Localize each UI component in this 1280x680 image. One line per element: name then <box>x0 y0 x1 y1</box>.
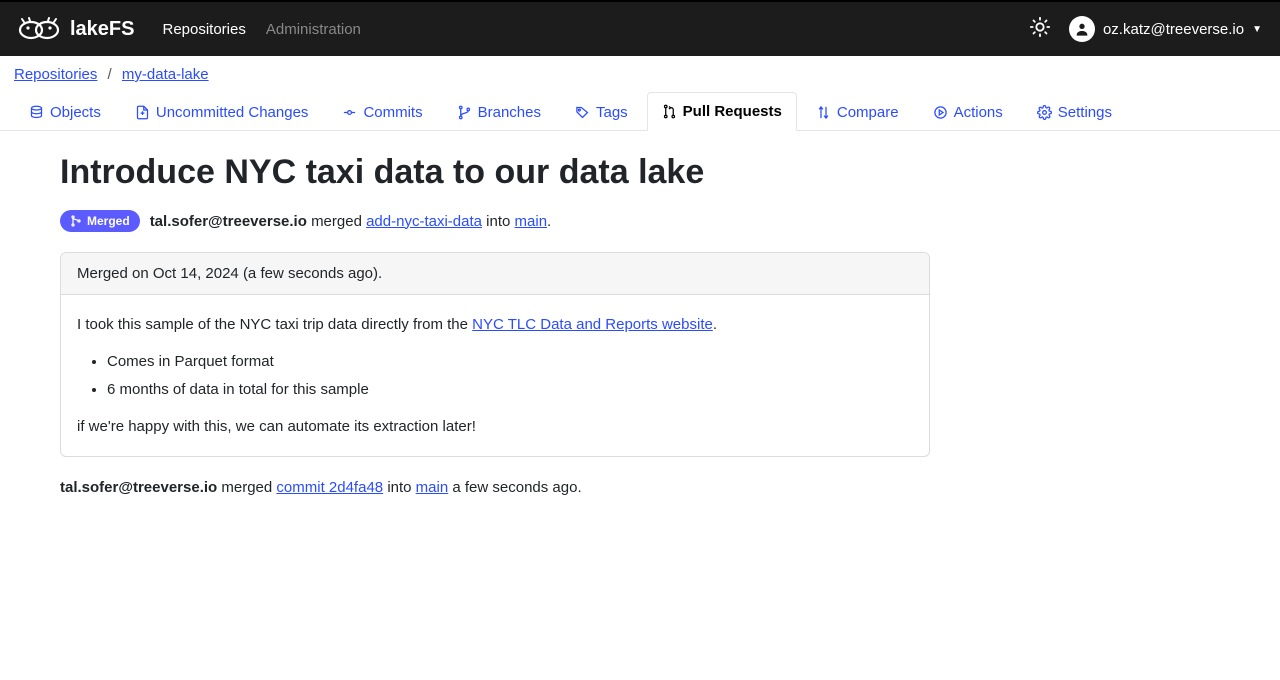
target-branch-link[interactable]: main <box>416 479 449 496</box>
merge-summary-line: tal.sofer@treeverse.io merged commit 2d4… <box>60 479 1220 496</box>
body-bullet-list: Comes in Parquet format 6 months of data… <box>107 350 913 401</box>
body-paragraph-1: I took this sample of the NYC taxi trip … <box>77 313 913 336</box>
tab-label: Branches <box>478 104 541 121</box>
commit-icon <box>342 105 357 120</box>
tab-label: Pull Requests <box>683 103 782 120</box>
tab-label: Tags <box>596 104 628 121</box>
body-paragraph-2: if we're happy with this, we can automat… <box>77 415 913 438</box>
gear-icon <box>1037 105 1052 120</box>
tab-label: Uncommitted Changes <box>156 104 309 121</box>
period: . <box>547 213 551 230</box>
tab-label: Actions <box>954 104 1003 121</box>
topbar: lakeFS Repositories Administration oz.ka… <box>0 0 1280 56</box>
p1-prefix: I took this sample of the NYC taxi trip … <box>77 316 472 333</box>
brand-text: lakeFS <box>70 18 134 41</box>
tab-actions[interactable]: Actions <box>918 93 1018 131</box>
merged-word: merged <box>311 213 362 230</box>
source-branch-link[interactable]: add-nyc-taxi-data <box>366 213 482 230</box>
main: Introduce NYC taxi data to our data lake… <box>0 131 1280 518</box>
breadcrumb: Repositories / my-data-lake <box>0 56 1280 91</box>
logo-area[interactable]: lakeFS <box>18 16 134 42</box>
theme-toggle-icon[interactable] <box>1029 16 1051 42</box>
tab-settings[interactable]: Settings <box>1022 93 1127 131</box>
user-avatar-icon <box>1069 16 1095 42</box>
merge-icon <box>70 215 82 227</box>
merge-author: tal.sofer@treeverse.io <box>60 479 217 496</box>
file-diff-icon <box>135 105 150 120</box>
nav-repositories[interactable]: Repositories <box>162 21 245 38</box>
pull-request-icon <box>662 104 677 119</box>
lakefs-logo-icon <box>18 16 60 42</box>
card-body: I took this sample of the NYC taxi trip … <box>61 295 929 456</box>
into-word: into <box>387 479 411 496</box>
breadcrumb-repositories[interactable]: Repositories <box>14 66 97 83</box>
commit-link[interactable]: commit 2d4fa48 <box>276 479 383 496</box>
user-email: oz.katz@treeverse.io <box>1103 21 1244 38</box>
topbar-right: oz.katz@treeverse.io ▼ <box>1029 16 1262 42</box>
list-item: Comes in Parquet format <box>107 350 913 373</box>
into-word: into <box>486 213 510 230</box>
status-text: tal.sofer@treeverse.io merged add-nyc-ta… <box>150 213 552 230</box>
nav-administration[interactable]: Administration <box>266 21 361 38</box>
target-branch-link[interactable]: main <box>515 213 548 230</box>
pr-author: tal.sofer@treeverse.io <box>150 213 307 230</box>
branch-icon <box>457 105 472 120</box>
tab-label: Commits <box>363 104 422 121</box>
topnav: Repositories Administration <box>162 21 360 38</box>
compare-icon <box>816 105 831 120</box>
tab-pull-requests[interactable]: Pull Requests <box>647 92 797 131</box>
pr-status-line: Merged tal.sofer@treeverse.io merged add… <box>60 210 1220 232</box>
p1-suffix: . <box>713 316 717 333</box>
list-item: 6 months of data in total for this sampl… <box>107 378 913 401</box>
tab-label: Objects <box>50 104 101 121</box>
tab-compare[interactable]: Compare <box>801 93 914 131</box>
pr-description-card: Merged on Oct 14, 2024 (a few seconds ag… <box>60 252 930 457</box>
play-circle-icon <box>933 105 948 120</box>
tab-label: Settings <box>1058 104 1112 121</box>
tab-branches[interactable]: Branches <box>442 93 556 131</box>
pr-title: Introduce NYC taxi data to our data lake <box>60 153 1220 192</box>
caret-down-icon: ▼ <box>1252 24 1262 35</box>
tab-tags[interactable]: Tags <box>560 93 643 131</box>
tab-label: Compare <box>837 104 899 121</box>
tab-uncommitted[interactable]: Uncommitted Changes <box>120 93 324 131</box>
merge-suffix: a few seconds ago. <box>452 479 581 496</box>
breadcrumb-separator: / <box>108 66 112 83</box>
user-menu[interactable]: oz.katz@treeverse.io ▼ <box>1069 16 1262 42</box>
tab-objects[interactable]: Objects <box>14 93 116 131</box>
repo-tabs: Objects Uncommitted Changes Commits Bran… <box>0 91 1280 131</box>
breadcrumb-repo[interactable]: my-data-lake <box>122 66 209 83</box>
card-header: Merged on Oct 14, 2024 (a few seconds ag… <box>61 253 929 295</box>
p1-link[interactable]: NYC TLC Data and Reports website <box>472 316 713 333</box>
merge-word: merged <box>221 479 272 496</box>
database-icon <box>29 105 44 120</box>
tab-commits[interactable]: Commits <box>327 93 437 131</box>
merged-badge: Merged <box>60 210 140 232</box>
tag-icon <box>575 105 590 120</box>
badge-label: Merged <box>87 214 130 228</box>
